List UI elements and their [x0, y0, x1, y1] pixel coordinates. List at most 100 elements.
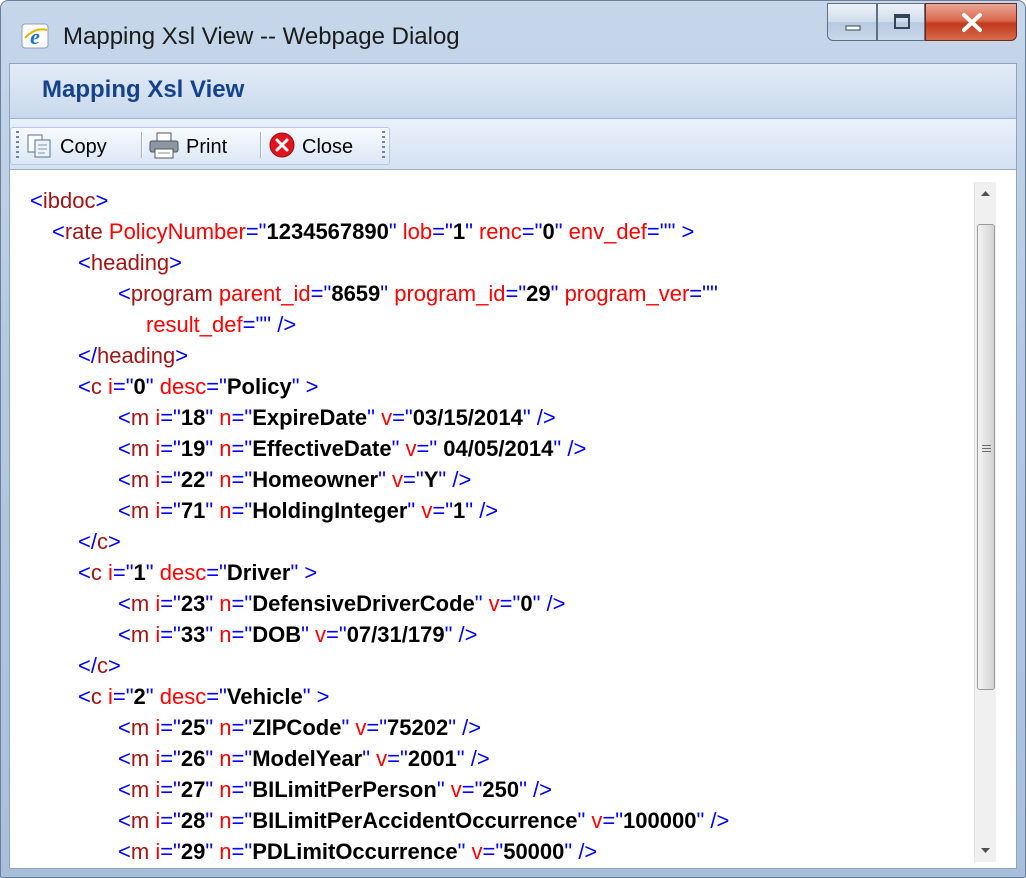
xml-token: " />: [519, 777, 553, 802]
xml-view[interactable]: <ibdoc> <rate PolicyNumber="1234567890" l…: [30, 182, 996, 862]
xml-line: <m i="18" n="ExpireDate" v="03/15/2014" …: [118, 403, 556, 433]
xml-token: =": [112, 374, 134, 399]
xml-token: ="": [689, 281, 718, 306]
xml-token: 04/05/2014: [443, 436, 554, 461]
xml-token: c: [90, 374, 108, 399]
scrollbar-thumb[interactable]: [977, 224, 995, 690]
window-title: Mapping Xsl View -- Webpage Dialog: [63, 23, 460, 50]
xml-token: <: [52, 219, 65, 244]
xml-token: n: [219, 467, 232, 492]
xml-token: " />: [444, 622, 478, 647]
scroll-up-icon[interactable]: [975, 182, 996, 204]
xml-token: DefensiveDriverCode: [252, 591, 475, 616]
xml-token: 1: [452, 219, 466, 244]
xml-line: <m i="23" n="DefensiveDriverCode" v="0" …: [118, 589, 565, 619]
xml-token: n: [219, 746, 232, 771]
xml-token: ": [145, 684, 160, 709]
xml-token: <: [78, 374, 91, 399]
xml-token: Policy: [226, 374, 292, 399]
xml-token: <: [118, 839, 131, 862]
xml-token: =": [160, 808, 181, 833]
xml-token: <: [118, 715, 131, 740]
xml-token: =": [310, 281, 332, 306]
xml-token: =": [231, 622, 253, 647]
xml-token: m: [130, 622, 156, 647]
xml-token: 03/15/2014: [412, 405, 523, 430]
xml-token: ": [380, 281, 395, 306]
xml-token: 2001: [407, 746, 457, 771]
xml-token: ": [145, 560, 160, 585]
xml-token: ": [205, 467, 220, 492]
xml-token: v: [450, 777, 462, 802]
xml-token: <: [78, 250, 91, 275]
xml-token: =": [206, 560, 227, 585]
print-button[interactable]: Print: [148, 130, 256, 160]
xml-token: =": [231, 591, 253, 616]
toolbar-grip-right[interactable]: [382, 131, 385, 161]
toolbar-grip-left[interactable]: [16, 131, 19, 161]
xml-token: >: [95, 188, 109, 213]
xml-token: heading: [90, 250, 170, 275]
xml-token: <: [78, 560, 91, 585]
xml-token: ="" />: [242, 312, 297, 337]
xml-token: <: [78, 684, 91, 709]
xml-token: desc: [159, 374, 207, 399]
xml-token: PDLimitOccurrence: [252, 839, 458, 862]
xml-token: =": [160, 777, 181, 802]
xml-token: rate: [64, 219, 109, 244]
xml-line: <program parent_id="8659" program_id="29…: [118, 279, 718, 309]
xml-token: c: [96, 653, 108, 678]
xml-token: ExpireDate: [252, 405, 368, 430]
xml-token: 8659: [331, 281, 381, 306]
close-window-button[interactable]: [925, 3, 1017, 41]
xml-token: " />: [532, 591, 566, 616]
xml-line: <m i="27" n="BILimitPerPerson" v="250" /…: [118, 775, 552, 805]
vertical-scrollbar[interactable]: [974, 182, 996, 862]
xml-token: =": [160, 622, 181, 647]
xml-token: ": [145, 374, 160, 399]
xml-line: <m i="22" n="Homeowner" v="Y" />: [118, 465, 471, 495]
xml-token: ": [205, 405, 220, 430]
xml-token: n: [219, 808, 232, 833]
print-label: Print: [186, 136, 228, 158]
dialog-body: Mapping Xsl View Copy Print Close <ibdoc…: [9, 63, 1017, 869]
xml-token: </: [78, 653, 97, 678]
close-circle-icon: [269, 132, 295, 158]
copy-button[interactable]: Copy: [26, 130, 138, 160]
close-button[interactable]: Close: [268, 130, 376, 160]
xml-line: <c i="1" desc="Driver" >: [78, 558, 317, 588]
xml-token: 0: [542, 219, 555, 244]
copy-icon: [27, 134, 51, 158]
xml-token: Driver: [226, 560, 291, 585]
xml-token: =": [231, 808, 253, 833]
minimize-button[interactable]: [827, 3, 877, 41]
xml-token: 29: [526, 281, 551, 306]
xml-token: HoldingInteger: [252, 498, 408, 523]
xml-token: v: [471, 839, 483, 862]
xml-token: ": [205, 436, 220, 461]
close-label: Close: [302, 136, 354, 158]
xml-token: BILimitPerAccidentOccurrence: [252, 808, 578, 833]
scroll-down-icon[interactable]: [975, 840, 996, 862]
xml-token: =": [602, 808, 624, 833]
title-bar[interactable]: e Mapping Xsl View -- Webpage Dialog: [1, 1, 1025, 63]
xml-token: 25: [180, 715, 206, 740]
xml-token: <: [118, 405, 131, 430]
xml-token: =": [231, 715, 253, 740]
xml-token: parent_id: [218, 281, 311, 306]
xml-token: ": [388, 219, 403, 244]
svg-text:e: e: [30, 24, 40, 49]
xml-token: <: [118, 777, 131, 802]
xml-token: PolicyNumber: [108, 219, 246, 244]
xml-token: n: [219, 777, 232, 802]
xml-token: m: [130, 436, 156, 461]
maximize-button[interactable]: [877, 3, 925, 41]
xml-line: </c>: [78, 527, 121, 557]
xml-token: ": [205, 715, 220, 740]
xml-line: <m i="29" n="PDLimitOccurrence" v="50000…: [118, 837, 597, 862]
xml-token: =": [206, 684, 227, 709]
xml-token: ": [205, 777, 220, 802]
xml-token: program_ver: [564, 281, 690, 306]
xml-token: 19: [180, 436, 206, 461]
xml-token: 75202: [387, 715, 449, 740]
